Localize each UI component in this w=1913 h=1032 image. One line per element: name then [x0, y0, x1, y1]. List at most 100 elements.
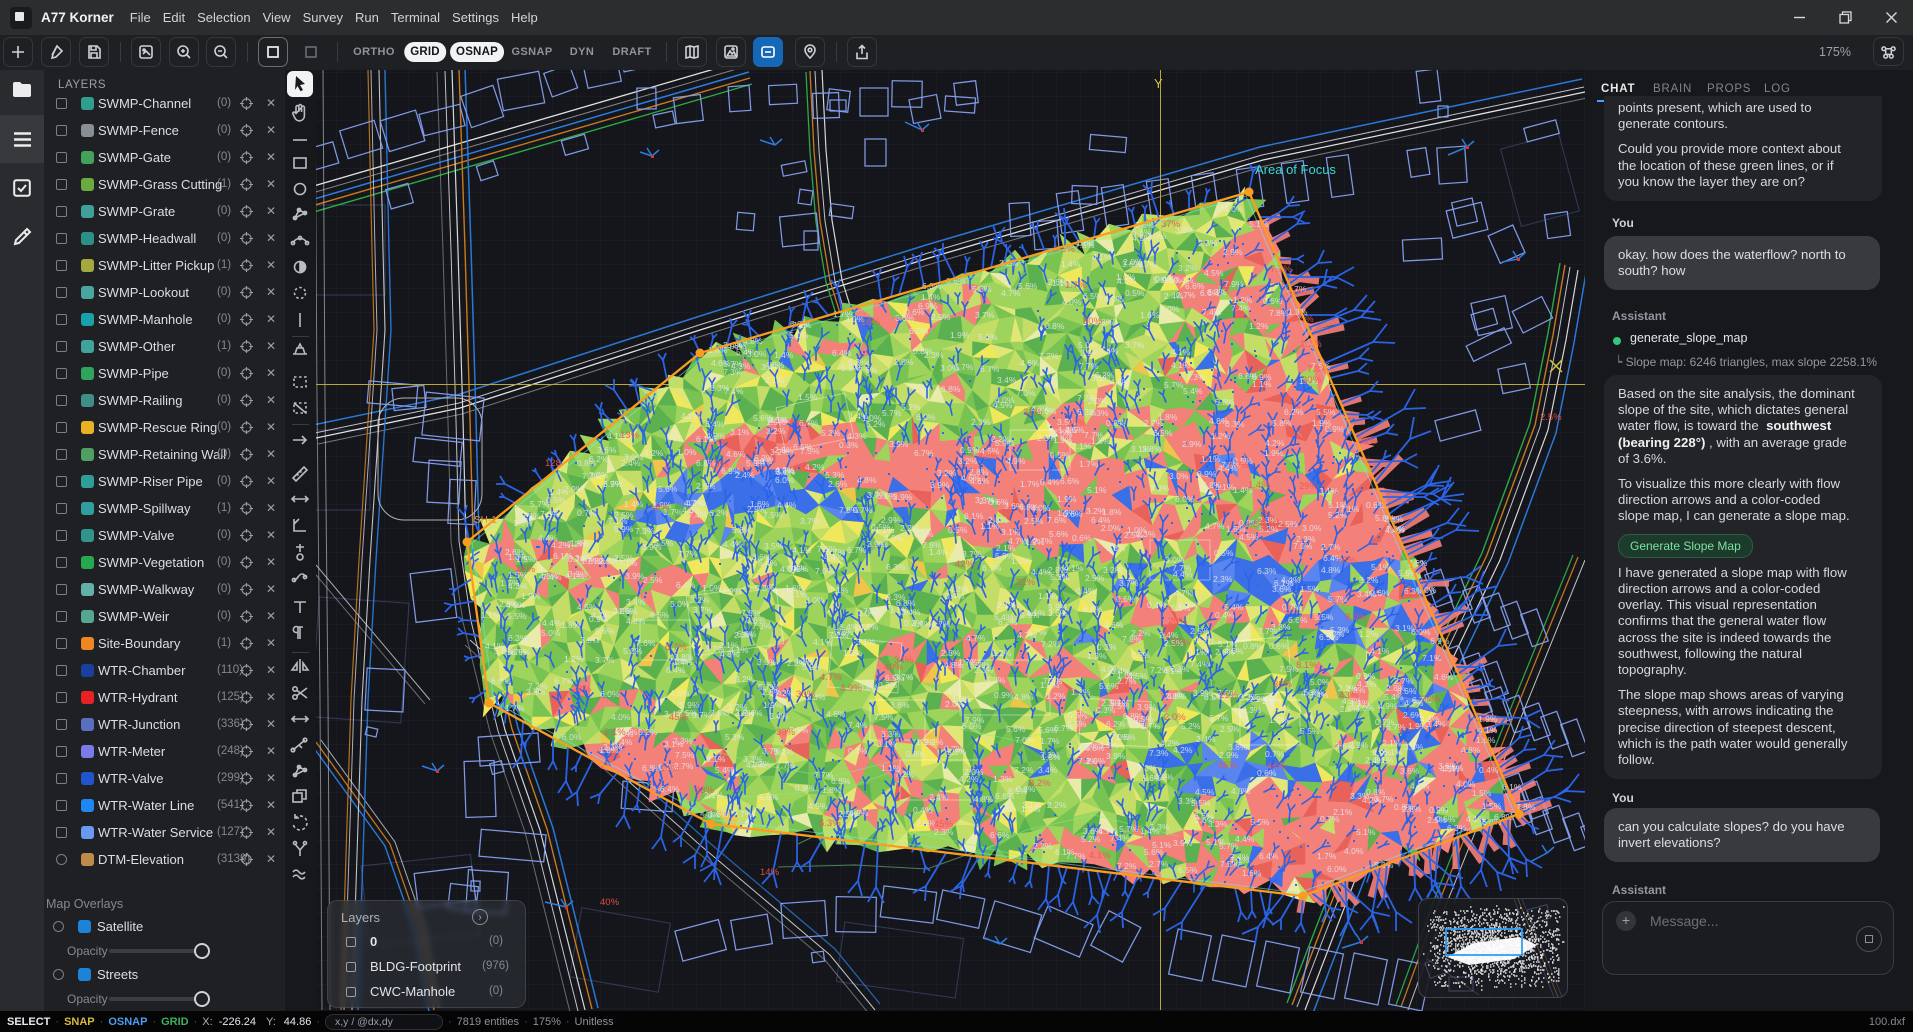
svg-text:3.0%: 3.0% [1302, 523, 1322, 533]
svg-text:5.5%: 5.5% [1300, 726, 1320, 736]
svg-text:3.7%: 3.7% [693, 605, 713, 615]
svg-text:7.8%: 7.8% [741, 608, 761, 618]
svg-text:4.8%: 4.8% [1231, 786, 1251, 796]
svg-text:7.7%: 7.7% [733, 809, 753, 819]
svg-text:0.6%: 0.6% [1072, 533, 1092, 543]
svg-text:7.7%: 7.7% [1077, 393, 1097, 403]
svg-text:1.7%: 1.7% [1065, 280, 1087, 291]
svg-text:5.2%: 5.2% [1050, 572, 1070, 582]
svg-text:1.1%: 1.1% [1038, 591, 1058, 601]
svg-text:7.0%: 7.0% [815, 566, 835, 576]
svg-text:4.8%: 4.8% [626, 616, 646, 626]
svg-text:4.1%: 4.1% [1092, 252, 1112, 262]
svg-text:1.1%: 1.1% [980, 521, 1000, 531]
svg-text:1.8%: 1.8% [561, 620, 581, 630]
svg-text:33%: 33% [1171, 637, 1191, 648]
svg-text:4.1%: 4.1% [1171, 347, 1191, 357]
svg-text:1.0%: 1.0% [702, 583, 722, 593]
svg-text:1.0%: 1.0% [1116, 272, 1136, 282]
svg-text:21%: 21% [1016, 577, 1036, 588]
svg-text:0.6%: 0.6% [1269, 641, 1289, 651]
svg-text:3.3%: 3.3% [1099, 740, 1119, 750]
svg-text:3.1%: 3.1% [1022, 800, 1042, 810]
svg-text:4.5%: 4.5% [1239, 532, 1259, 542]
svg-text:3.0%: 3.0% [1227, 460, 1249, 471]
svg-text:3.7%: 3.7% [762, 746, 782, 756]
svg-text:3.5%: 3.5% [764, 541, 784, 551]
svg-text:7.8%: 7.8% [1122, 634, 1142, 644]
svg-text:3.0%: 3.0% [940, 363, 960, 373]
svg-text:4.3%: 4.3% [794, 656, 814, 666]
svg-text:7.3%: 7.3% [1043, 676, 1063, 686]
svg-text:1.2%: 1.2% [1359, 629, 1379, 639]
svg-text:1.2%: 1.2% [1195, 634, 1215, 644]
svg-text:2.7%: 2.7% [1144, 418, 1164, 428]
svg-text:2.1%: 2.1% [1072, 441, 1092, 451]
svg-text:5.9%: 5.9% [995, 438, 1015, 448]
svg-text:5.0%: 5.0% [789, 330, 809, 340]
svg-text:3.3%: 3.3% [1150, 483, 1170, 493]
svg-text:4.1%: 4.1% [565, 571, 585, 581]
svg-text:2.4%: 2.4% [1196, 734, 1216, 744]
svg-text:2.8%: 2.8% [894, 357, 914, 367]
svg-text:7.3%: 7.3% [863, 606, 883, 616]
svg-text:3.3%: 3.3% [1103, 565, 1123, 575]
svg-text:3.4%: 3.4% [901, 607, 921, 617]
svg-text:1.0%: 1.0% [1127, 525, 1147, 535]
svg-text:5.6%: 5.6% [1099, 681, 1119, 691]
svg-text:0.8%: 0.8% [859, 682, 879, 692]
svg-text:1.5%: 1.5% [1482, 801, 1502, 811]
svg-text:2.3%: 2.3% [1137, 763, 1157, 773]
svg-text:2.9%: 2.9% [1182, 439, 1202, 449]
svg-text:5.9%: 5.9% [614, 524, 634, 534]
svg-text:7.9%: 7.9% [1224, 279, 1244, 289]
svg-text:1.4%: 1.4% [1248, 480, 1270, 491]
svg-text:0.9%: 0.9% [1197, 469, 1217, 479]
svg-text:3.4%: 3.4% [769, 711, 789, 721]
svg-text:4.5%: 4.5% [1132, 233, 1152, 243]
svg-text:36%: 36% [1067, 418, 1087, 429]
svg-text:0.6%: 0.6% [1116, 594, 1136, 604]
svg-text:6.6%: 6.6% [1288, 615, 1308, 625]
svg-text:20%: 20% [1168, 616, 1188, 627]
svg-text:2.5%: 2.5% [1427, 815, 1447, 825]
svg-text:6.3%: 6.3% [1447, 823, 1467, 833]
svg-text:4.6%: 4.6% [970, 476, 990, 486]
svg-text:0.8%: 0.8% [1243, 641, 1263, 651]
svg-text:0.4%: 0.4% [1155, 274, 1175, 284]
svg-text:5.1%: 5.1% [1371, 562, 1391, 572]
svg-text:6.4%: 6.4% [676, 580, 696, 590]
svg-text:3.2%: 3.2% [1086, 506, 1106, 516]
svg-text:2.3%: 2.3% [1198, 238, 1218, 248]
svg-text:Area of Focus: Area of Focus [1255, 162, 1336, 177]
svg-text:3.9%: 3.9% [625, 571, 645, 581]
svg-text:0.7%: 0.7% [1282, 602, 1302, 612]
svg-text:45%: 45% [669, 712, 689, 723]
svg-text:2.2%: 2.2% [1249, 694, 1269, 704]
svg-text:4.8%: 4.8% [1321, 565, 1341, 575]
svg-text:4.4%: 4.4% [542, 618, 562, 628]
svg-text:5.1%: 5.1% [1356, 827, 1376, 837]
svg-text:5.6%: 5.6% [658, 484, 678, 494]
svg-text:6.9%: 6.9% [753, 456, 773, 466]
svg-text:7.4%: 7.4% [542, 572, 562, 582]
svg-text:6.2%: 6.2% [1284, 407, 1304, 417]
svg-text:5.1%: 5.1% [1249, 219, 1269, 229]
svg-text:4.7%: 4.7% [1008, 536, 1028, 546]
svg-text:7.6%: 7.6% [858, 365, 878, 375]
svg-text:4.9%: 4.9% [840, 683, 862, 694]
svg-text:40%: 40% [600, 897, 620, 908]
svg-text:4.9%: 4.9% [859, 622, 879, 632]
svg-text:0.5%: 0.5% [948, 525, 968, 535]
svg-text:6.8%: 6.8% [642, 763, 662, 773]
svg-text:3.7%: 3.7% [867, 490, 887, 500]
svg-text:1.9%: 1.9% [1478, 714, 1498, 724]
svg-text:3.0%: 3.0% [895, 313, 915, 323]
svg-text:6.7%: 6.7% [603, 479, 623, 489]
svg-text:1.2%: 1.2% [1071, 687, 1091, 697]
svg-text:29%: 29% [1299, 481, 1319, 492]
svg-text:39%: 39% [1358, 436, 1378, 447]
svg-text:4.6%: 4.6% [826, 709, 846, 719]
svg-text:2.5%: 2.5% [643, 575, 663, 585]
svg-text:6.9%: 6.9% [521, 511, 541, 521]
